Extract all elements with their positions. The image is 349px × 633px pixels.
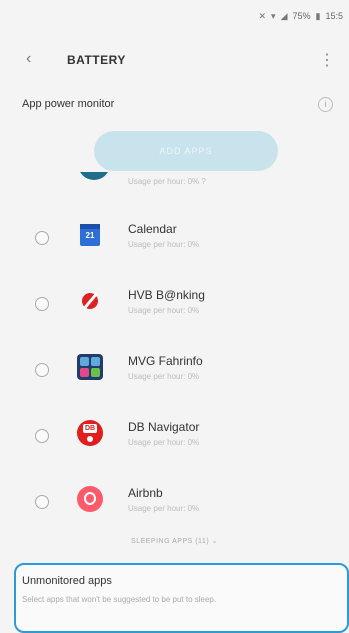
wifi-icon: ▾ xyxy=(271,10,276,21)
status-time: 15:5 xyxy=(325,11,343,21)
page-title: BATTERY xyxy=(67,53,126,67)
app-name: Calendar xyxy=(128,222,177,236)
info-icon[interactable]: i xyxy=(318,97,333,112)
app-bar: ‹ BATTERY ⋮ xyxy=(0,36,349,86)
list-item[interactable]: MVG Fahrinfo Usage per hour: 0% xyxy=(0,342,349,408)
radio-button[interactable] xyxy=(35,231,49,245)
add-apps-button[interactable]: ADD APPS xyxy=(94,131,278,171)
more-options-icon[interactable]: ⋮ xyxy=(319,50,335,70)
signal-icon: ◢ xyxy=(280,10,288,21)
battery-percent: 75% xyxy=(292,11,311,21)
radio-button[interactable] xyxy=(35,297,49,311)
app-usage: Usage per hour: 0% xyxy=(128,372,200,381)
app-name: HVB B@nking xyxy=(128,288,205,302)
radio-button[interactable] xyxy=(35,363,49,377)
radio-button[interactable] xyxy=(35,495,49,509)
list-item[interactable]: DB DB Navigator Usage per hour: 0% xyxy=(0,408,349,474)
app-icon xyxy=(78,172,110,180)
list-item[interactable]: Airbnb Usage per hour: 0% xyxy=(0,474,349,540)
unmonitored-title: Unmonitored apps xyxy=(22,575,112,587)
app-name: MVG Fahrinfo xyxy=(128,354,203,368)
app-name: DB Navigator xyxy=(128,420,200,434)
db-icon: DB xyxy=(76,419,104,447)
sleeping-apps-toggle[interactable]: SLEEPING APPS (11) ⌄ xyxy=(0,537,349,545)
unmonitored-description: Select apps that won't be suggested to b… xyxy=(22,595,217,604)
app-usage: Usage per hour: 0% ? xyxy=(128,177,206,186)
list-item[interactable]: HVB B@nking Usage per hour: 0% xyxy=(0,276,349,342)
battery-icon: ▮ xyxy=(315,10,321,21)
status-bar: ✕ ▾ ◢ 75% ▮ 15:5 xyxy=(0,0,349,32)
app-list: 21 Calendar Usage per hour: 0% HVB B@nki… xyxy=(0,210,349,540)
list-item[interactable]: 21 Calendar Usage per hour: 0% xyxy=(0,210,349,276)
section-title: App power monitor xyxy=(22,98,115,110)
back-arrow-icon[interactable]: ‹ xyxy=(26,50,31,68)
mvg-icon xyxy=(76,353,104,381)
hvb-icon xyxy=(76,287,104,315)
section-header: App power monitor i xyxy=(0,92,349,118)
mute-icon: ✕ xyxy=(258,10,267,21)
app-usage: Usage per hour: 0% xyxy=(128,504,200,513)
app-usage: Usage per hour: 0% xyxy=(128,306,200,315)
app-usage: Usage per hour: 0% xyxy=(128,438,200,447)
calendar-icon: 21 xyxy=(76,221,104,249)
radio-button[interactable] xyxy=(35,429,49,443)
airbnb-icon xyxy=(76,485,104,513)
app-usage: Usage per hour: 0% xyxy=(128,240,200,249)
list-item-partial: Usage per hour: 0% ? xyxy=(0,172,349,194)
app-name: Airbnb xyxy=(128,486,163,500)
